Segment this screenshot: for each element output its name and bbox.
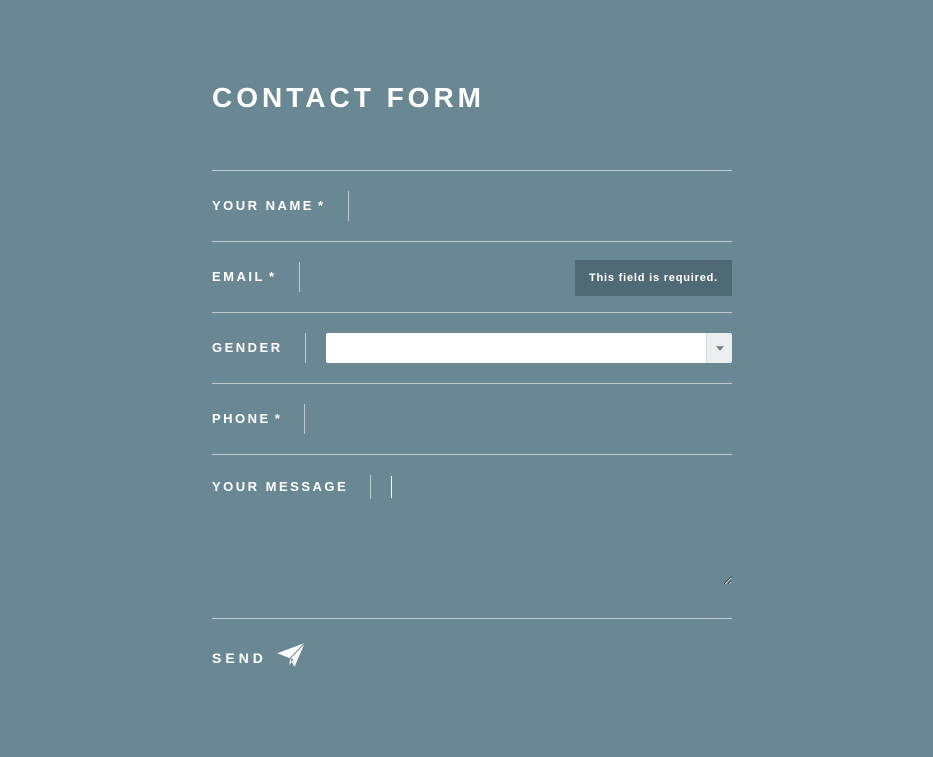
required-marker: * (269, 262, 277, 292)
email-error-message: This field is required. (575, 260, 732, 296)
contact-form: CONTACT FORM YOUR NAME * EMAIL * This fi… (212, 0, 732, 672)
field-message: YOUR MESSAGE (212, 454, 732, 619)
gender-select[interactable] (326, 333, 732, 363)
label-phone: PHONE * (212, 404, 305, 434)
label-text: PHONE (212, 404, 271, 434)
text-cursor (391, 476, 392, 498)
label-your-name: YOUR NAME * (212, 191, 349, 221)
message-textarea[interactable] (391, 475, 732, 585)
name-input[interactable] (369, 191, 732, 221)
send-button[interactable]: SEND (212, 643, 732, 672)
input-area-phone (305, 404, 732, 434)
label-text: GENDER (212, 333, 283, 363)
field-email: EMAIL * This field is required. (212, 241, 732, 312)
input-area-message (371, 475, 732, 590)
send-label: SEND (212, 650, 267, 666)
field-your-name: YOUR NAME * (212, 170, 732, 241)
label-gender: GENDER (212, 333, 306, 363)
field-phone: PHONE * (212, 383, 732, 454)
required-marker: * (318, 191, 326, 221)
paper-plane-icon (277, 643, 305, 672)
label-email: EMAIL * (212, 262, 300, 292)
required-marker: * (275, 404, 283, 434)
form-title: CONTACT FORM (212, 82, 732, 114)
label-text: YOUR MESSAGE (212, 475, 348, 499)
input-area-name (349, 191, 732, 221)
label-message: YOUR MESSAGE (212, 475, 371, 499)
label-text: EMAIL (212, 262, 265, 292)
chevron-down-icon[interactable] (706, 333, 732, 363)
label-text: YOUR NAME (212, 191, 314, 221)
field-gender: GENDER (212, 312, 732, 383)
phone-input[interactable] (325, 404, 732, 434)
gender-select-value[interactable] (326, 333, 706, 363)
